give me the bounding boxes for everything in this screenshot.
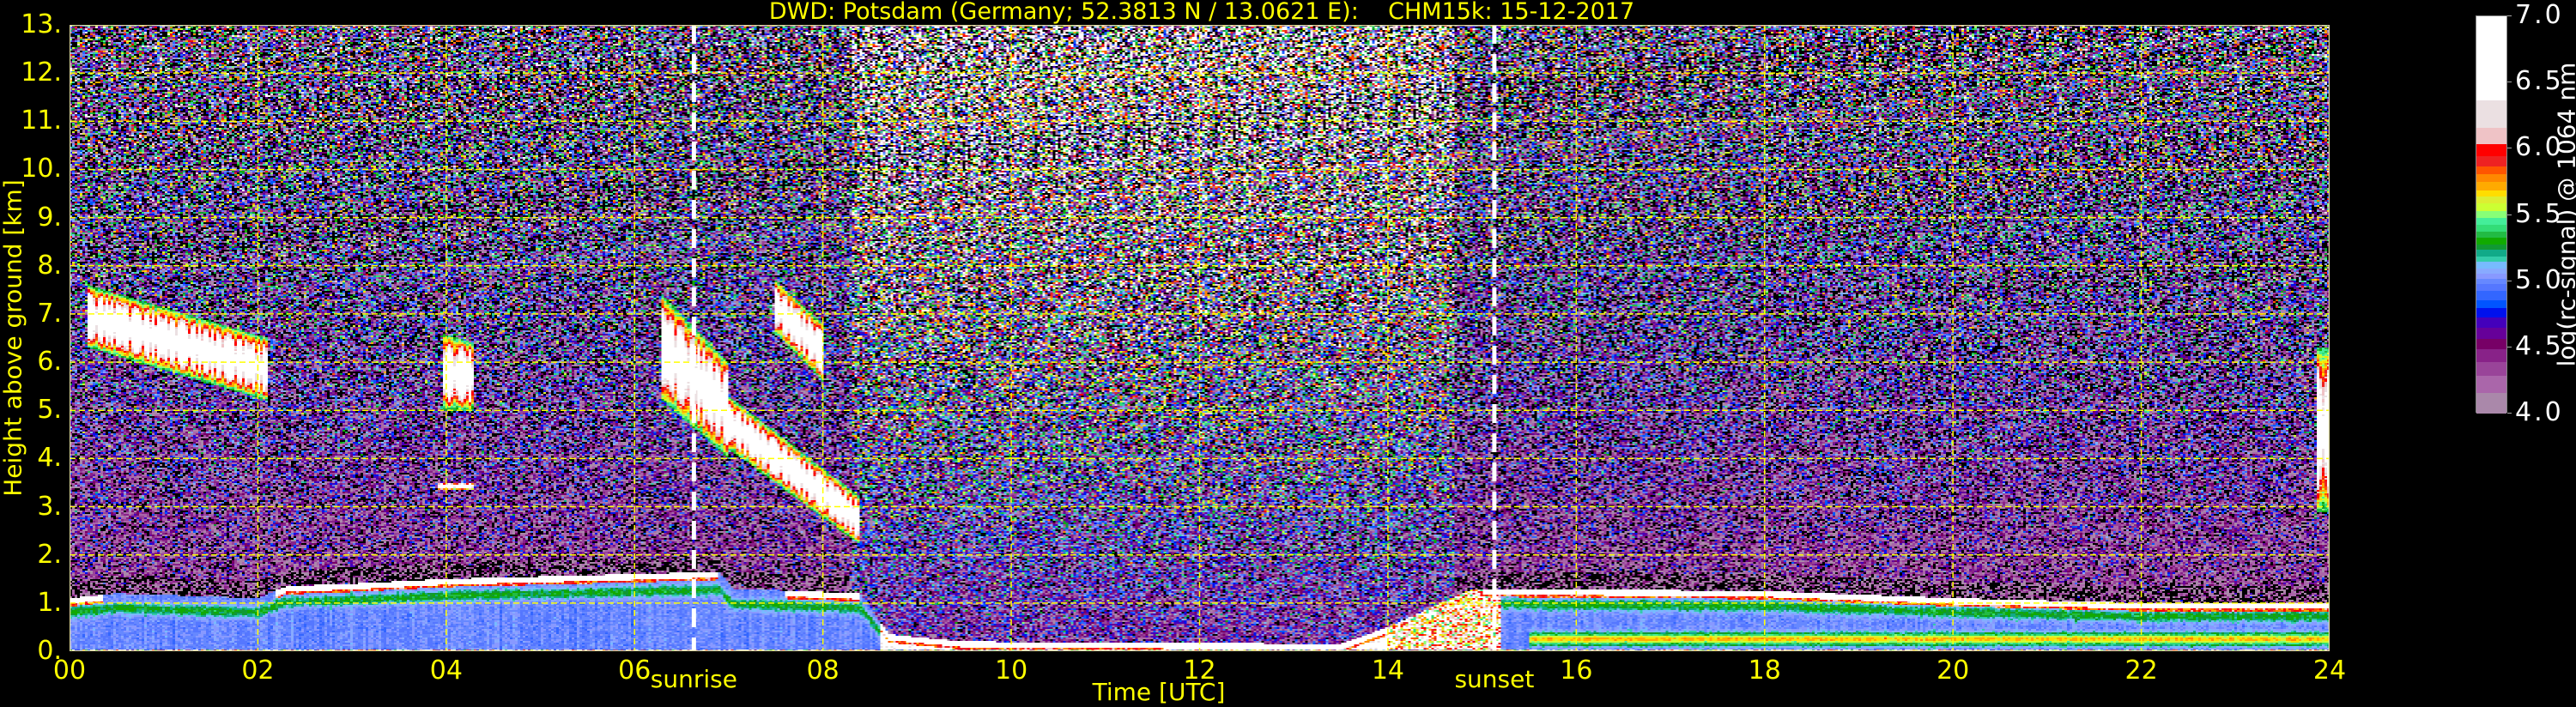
colorbar-swatch — [2476, 231, 2506, 239]
x-tick-label: 10 — [994, 656, 1028, 686]
colorbar — [2476, 15, 2507, 414]
colorbar-tick-label: 4.0 — [2515, 397, 2564, 427]
colorbar-swatch — [2476, 249, 2506, 257]
x-tick-label: 12 — [1183, 656, 1216, 686]
x-tick-label: 22 — [2124, 656, 2158, 686]
colorbar-swatch — [2476, 155, 2506, 166]
colorbar-swatch — [2476, 327, 2506, 339]
colorbar-swatch — [2476, 224, 2506, 232]
colorbar-tick-label: 7.0 — [2515, 0, 2564, 30]
colorbar-swatch — [2476, 210, 2506, 219]
y-tick-label: 12. — [21, 57, 62, 88]
y-tick-label: 8. — [37, 250, 62, 281]
x-tick-label: 02 — [241, 656, 275, 686]
colorbar-swatch — [2476, 361, 2506, 376]
colorbar-label: log(rc-signal) @ 1064 nm — [2552, 62, 2576, 367]
colorbar-swatch — [2476, 338, 2506, 349]
colorbar-swatch — [2476, 256, 2506, 262]
y-tick-label: 9. — [37, 202, 62, 233]
colorbar-swatch — [2476, 100, 2506, 129]
colorbar-swatch — [2476, 127, 2506, 144]
grid-overlay — [70, 25, 2330, 651]
sunrise-label: sunrise — [650, 665, 737, 693]
colorbar-swatch — [2476, 273, 2506, 280]
colorbar-swatch — [2476, 375, 2506, 393]
x-tick-label: 18 — [1748, 656, 1781, 686]
colorbar-swatch — [2476, 16, 2506, 100]
colorbar-swatch — [2476, 244, 2506, 251]
colorbar-tick-mark — [2507, 413, 2512, 414]
y-tick-label: 6. — [37, 347, 62, 378]
colorbar-swatch — [2476, 278, 2506, 285]
colorbar-swatch — [2476, 196, 2506, 204]
colorbar-swatch — [2476, 290, 2506, 300]
x-tick-label: 00 — [52, 656, 87, 686]
colorbar-swatch — [2476, 202, 2506, 212]
colorbar-swatch — [2476, 190, 2506, 197]
y-tick-label: 5. — [37, 395, 62, 426]
colorbar-swatch — [2476, 299, 2506, 309]
y-tick-label: 10. — [21, 154, 62, 184]
y-tick-label: 11. — [21, 106, 62, 136]
colorbar-swatch — [2476, 283, 2506, 291]
x-tick-label: 14 — [1371, 656, 1404, 686]
y-tick-label: 3. — [37, 491, 62, 522]
plot-area — [70, 25, 2330, 651]
colorbar-swatch — [2476, 143, 2506, 156]
colorbar-swatch — [2476, 261, 2506, 269]
colorbar-tick-mark — [2507, 15, 2512, 16]
x-tick-label: 20 — [1937, 656, 1970, 686]
colorbar-swatch — [2476, 307, 2506, 317]
colorbar-swatch — [2476, 181, 2506, 190]
y-tick-label: 13. — [21, 9, 62, 39]
colorbar-swatch — [2476, 237, 2506, 245]
colorbar-swatch — [2476, 166, 2506, 175]
y-tick-label: 4. — [37, 443, 62, 474]
x-tick-label: 08 — [806, 656, 839, 686]
colorbar-swatch — [2476, 317, 2506, 329]
x-tick-label: 24 — [2312, 656, 2347, 686]
x-tick-label: 04 — [429, 656, 463, 686]
chart-title: DWD: Potsdam (Germany; 52.3813 N / 13.06… — [768, 0, 1635, 25]
sunset-label: sunset — [1454, 665, 1535, 693]
colorbar-swatch — [2476, 348, 2506, 363]
y-tick-label: 2. — [37, 539, 62, 570]
colorbar-swatch — [2476, 173, 2506, 183]
y-tick-label: 1. — [37, 587, 62, 618]
y-tick-label: 7. — [37, 298, 62, 329]
colorbar-swatch — [2476, 392, 2506, 414]
colorbar-swatch — [2476, 268, 2506, 274]
colorbar-swatch — [2476, 217, 2506, 225]
